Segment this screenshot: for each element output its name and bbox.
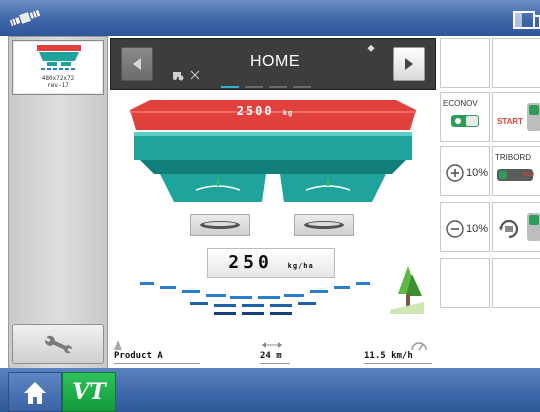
rate-adjust-cell[interactable]: 10% (440, 146, 490, 196)
vt-label: VT (72, 379, 106, 405)
rate-decrease-icon (446, 220, 464, 238)
auto-mode-cell[interactable] (492, 202, 540, 252)
ground-speed: 11.5 km/h (364, 351, 413, 361)
rate-percent-up: 10% (466, 167, 489, 179)
settings-wrench-button[interactable] (12, 324, 104, 364)
rate-value: 250 (228, 252, 273, 273)
left-sidebar: 480x72x72 rev-17 (8, 36, 108, 370)
left-disc-indicator (190, 214, 250, 236)
width-icon (262, 342, 282, 348)
rate-increase-icon (446, 164, 464, 182)
page-indicator (245, 86, 263, 88)
grid-cell-empty[interactable] (492, 38, 540, 88)
wrench-icon (44, 335, 74, 354)
spreader-thumbnail-icon (37, 45, 81, 70)
tractor-status-icon (173, 70, 200, 81)
hopper-weight-value: 2500 (236, 104, 274, 118)
grid-cell-empty[interactable] (440, 258, 490, 308)
function-grid: ECONOV START 10% TRIBORD eco 10% (440, 38, 540, 368)
hopper-body (134, 132, 412, 202)
rate-percent-down: 10% (466, 223, 489, 235)
hopper-weight-unit: kg (282, 109, 294, 117)
divider (114, 363, 200, 364)
rate-unit: kg/ha (287, 262, 314, 270)
start-label: START (497, 117, 524, 126)
navigation-header: HOME (110, 38, 436, 90)
eco-label: eco (523, 171, 535, 178)
start-toggle-cell[interactable]: START (492, 92, 540, 142)
page-indicator (269, 86, 287, 88)
product-name: Product A (114, 351, 163, 361)
satellite-icon (9, 10, 41, 26)
toggle-icon (527, 213, 540, 241)
page-title: HOME (250, 53, 300, 70)
next-page-button[interactable] (393, 47, 425, 81)
working-width: 24 m (260, 351, 282, 361)
grid-cell-empty[interactable] (492, 258, 540, 308)
gps-icon (367, 44, 375, 52)
window-icon[interactable] (508, 10, 540, 32)
thumbnail-size-label: 480x72x72 (41, 75, 75, 82)
info-bar: Product A 24 m 11.5 km/h (110, 336, 440, 368)
speed-icon (411, 342, 427, 351)
previous-page-button[interactable] (121, 47, 153, 81)
right-disc-indicator (294, 214, 354, 236)
thumbnail-revision-label: rev-17 (47, 82, 69, 89)
left-disc-icon (200, 221, 240, 229)
econov-toggle-cell[interactable]: ECONOV (440, 92, 490, 142)
product-icon (114, 340, 122, 350)
auto-rotate-icon (499, 219, 519, 239)
grid-cell-empty[interactable] (440, 38, 490, 88)
toggle-icon (451, 115, 479, 127)
arrow-left-icon (133, 58, 141, 70)
divider (260, 363, 290, 364)
application-rate-display[interactable]: 250 kg/ha (207, 248, 335, 278)
tribord-label: TRIBORD (495, 153, 531, 162)
page-indicator (293, 86, 311, 88)
tribord-toggle-cell[interactable]: TRIBORD eco (492, 146, 540, 196)
spread-pattern-graphic (140, 282, 370, 315)
virtual-terminal-button[interactable]: VT (62, 372, 116, 412)
divider (364, 363, 432, 364)
page-indicator (221, 86, 239, 88)
rate-adjust-cell[interactable]: 10% (440, 202, 490, 252)
right-disc-icon (304, 221, 344, 229)
econov-label: ECONOV (443, 99, 478, 108)
home-icon (24, 382, 46, 404)
hopper-weight-readout: 2500 kg (220, 104, 310, 118)
toggle-icon (527, 103, 540, 131)
implement-thumbnail[interactable]: 480x72x72 rev-17 (12, 40, 104, 95)
arrow-right-icon (405, 58, 413, 70)
top-bar (0, 0, 540, 36)
tree-icon (390, 266, 424, 314)
home-button[interactable] (8, 372, 62, 412)
